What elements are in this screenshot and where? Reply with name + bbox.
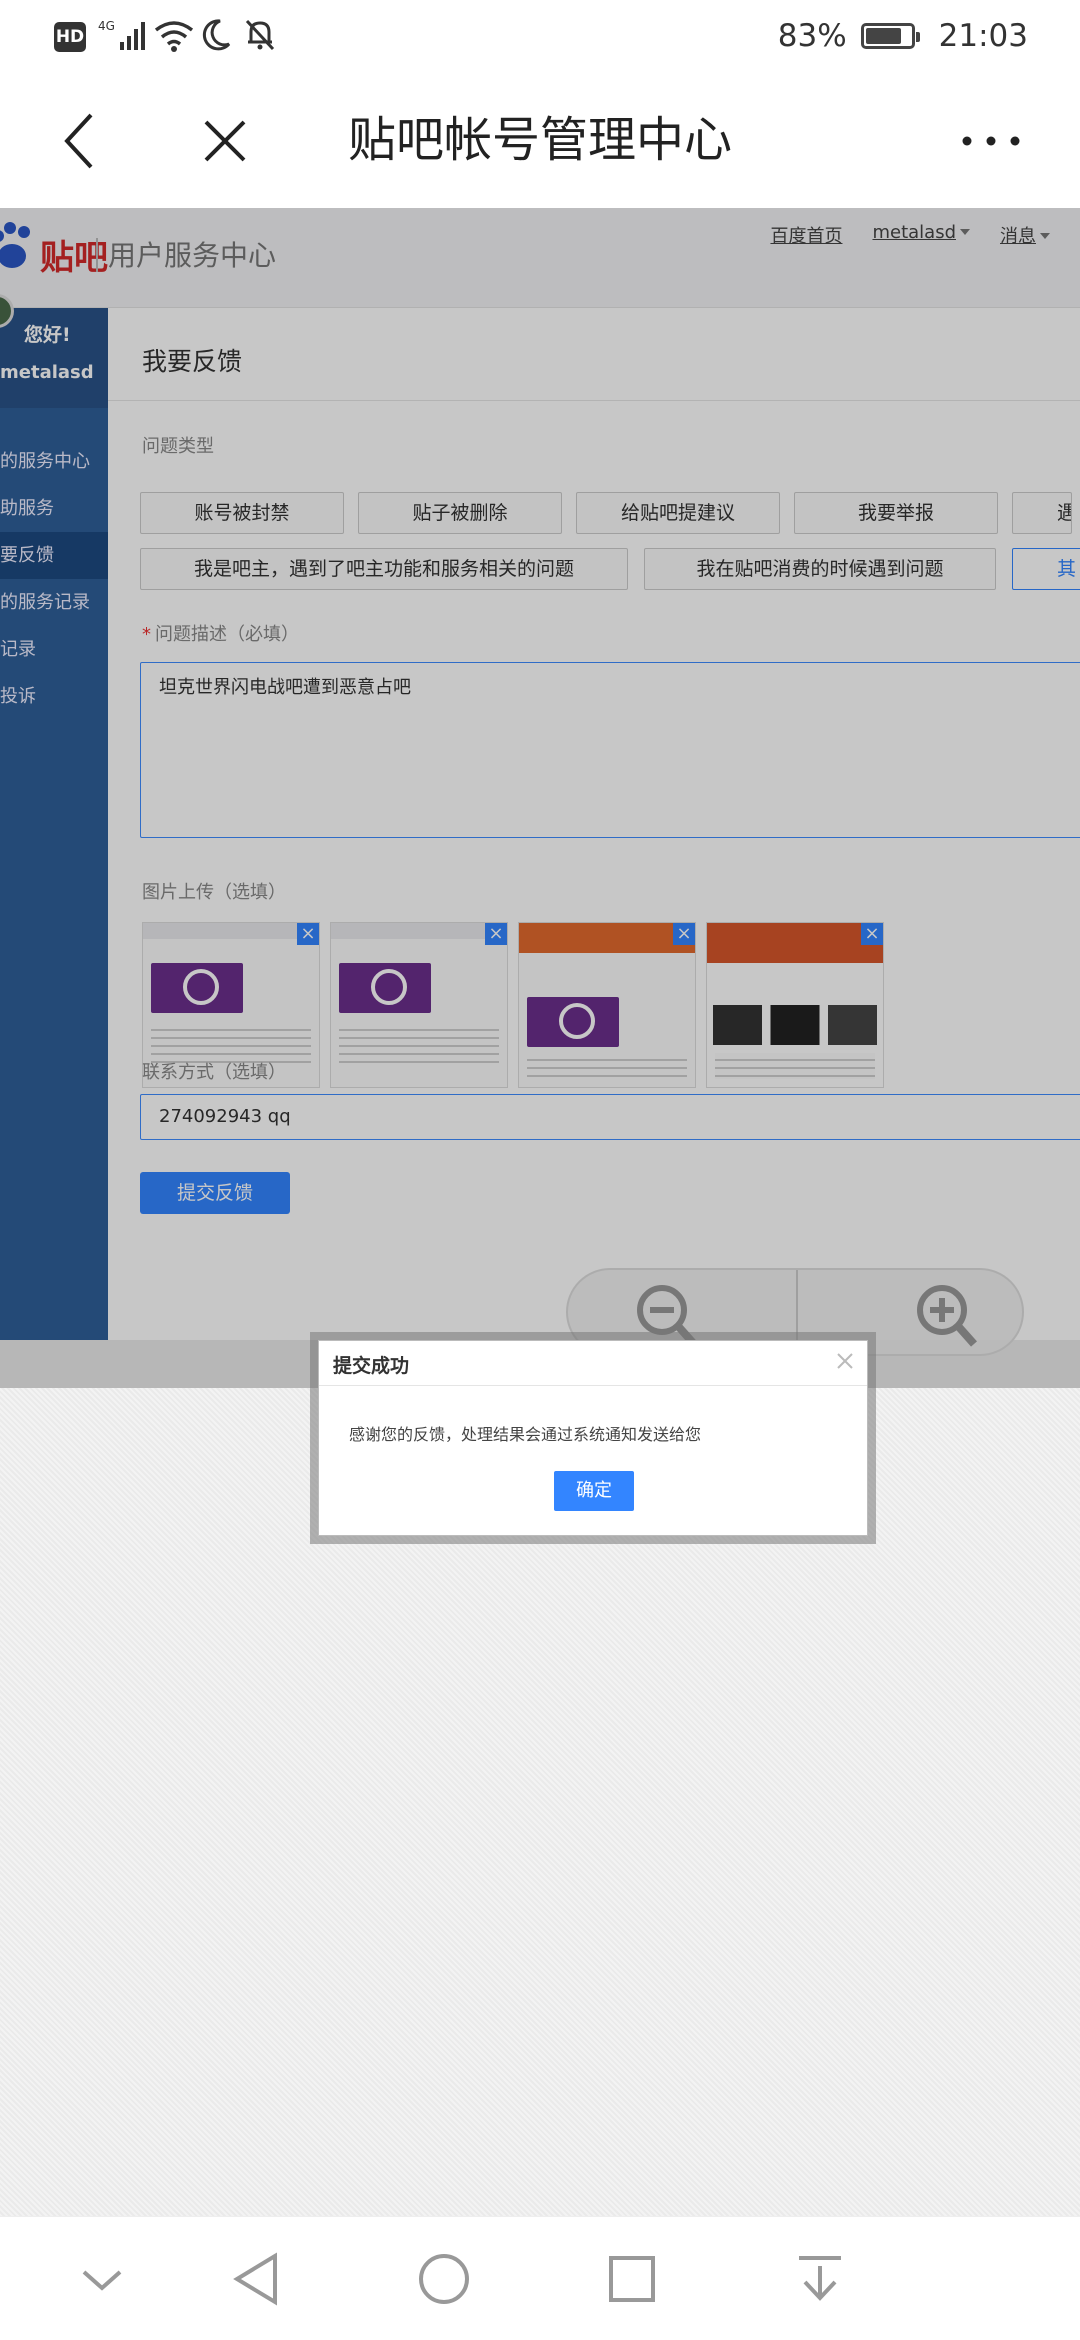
status-bar: HD 4G 83% 21:03 <box>0 0 1080 72</box>
signal-icon: 4G <box>98 18 146 58</box>
battery-percent: 83% <box>777 18 847 54</box>
nav-recents-button[interactable] <box>602 2249 662 2309</box>
screen: HD 4G 83% 21:03 贴吧帐号管理中心 贴吧 用户服务中心 百度首页 … <box>0 0 1080 2340</box>
nav-home-button[interactable] <box>414 2249 474 2309</box>
back-button[interactable] <box>46 106 116 176</box>
hd-badge: HD <box>54 22 86 52</box>
moon-icon <box>200 18 232 56</box>
nav-back-button[interactable] <box>226 2249 286 2309</box>
dialog-ok-button[interactable]: 确定 <box>554 1471 634 1511</box>
success-dialog: 提交成功 感谢您的反馈，处理结果会通过系统通知发送给您 确定 <box>318 1340 868 1536</box>
clock: 21:03 <box>938 18 1028 54</box>
circle-home-icon <box>419 2254 469 2304</box>
chevron-left-icon <box>64 113 93 169</box>
title-bar: 贴吧帐号管理中心 <box>0 72 1080 208</box>
square-recents-icon <box>609 2256 655 2302</box>
more-button[interactable] <box>956 106 1026 176</box>
system-nav-bar <box>0 2216 1080 2340</box>
triangle-back-icon <box>233 2252 277 2306</box>
hide-nav-button[interactable] <box>72 2249 132 2309</box>
modal-backdrop <box>0 208 1080 1388</box>
page-title: 贴吧帐号管理中心 <box>347 112 732 168</box>
more-dots-icon <box>962 136 1020 146</box>
nav-pulldown-button[interactable] <box>790 2249 850 2309</box>
chevron-down-icon <box>82 2270 122 2291</box>
close-button[interactable] <box>190 106 260 176</box>
status-right: 83% 21:03 <box>778 14 1028 58</box>
close-icon <box>204 120 246 162</box>
close-icon <box>837 1353 853 1369</box>
mute-bell-icon <box>244 18 276 56</box>
battery-icon <box>860 23 920 49</box>
dialog-message: 感谢您的反馈，处理结果会通过系统通知发送给您 <box>349 1425 702 1444</box>
dialog-close-button[interactable] <box>833 1349 857 1373</box>
pull-down-icon <box>799 2256 841 2301</box>
dialog-title: 提交成功 <box>333 1355 410 1377</box>
dialog-divider <box>319 1385 867 1386</box>
wifi-icon <box>154 20 194 56</box>
network-type-label: 4G <box>98 19 115 33</box>
